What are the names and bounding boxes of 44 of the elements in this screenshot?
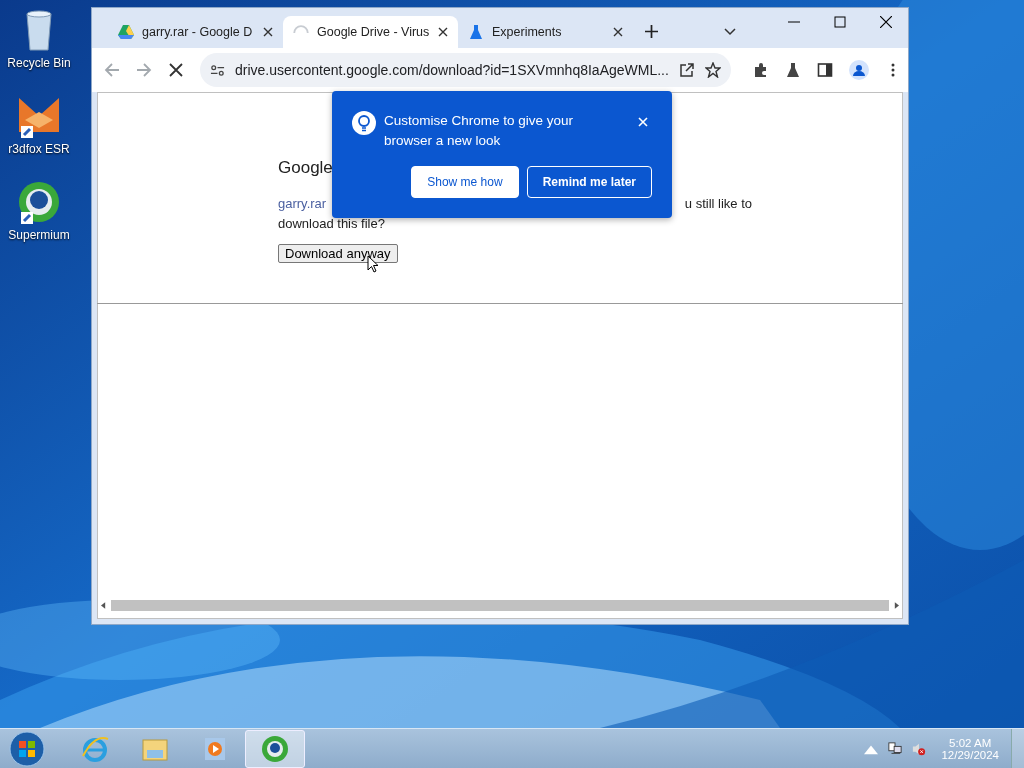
close-icon[interactable] [880, 16, 892, 28]
drive-logo-icon [118, 24, 134, 40]
address-bar[interactable]: drive.usercontent.google.com/download?id=1SXVmnhq8IaAgeWML... [200, 53, 731, 87]
url-text: drive.usercontent.google.com/download?id=1SXVmnhq8IaAgeWML... [235, 62, 669, 78]
show-me-how-button[interactable]: Show me how [411, 166, 519, 198]
download-anyway-button[interactable]: Download anyway [278, 244, 398, 263]
browser-tab[interactable]: Google Drive - Virus [283, 16, 458, 48]
muted-speaker-icon[interactable] [912, 741, 927, 756]
flask-icon [468, 24, 484, 40]
lightbulb-icon [352, 111, 376, 135]
close-icon[interactable] [438, 27, 448, 37]
taskbar-button[interactable] [245, 729, 305, 768]
profile-avatar-icon[interactable] [848, 60, 869, 80]
remind-later-button[interactable]: Remind me later [526, 166, 652, 198]
side-panel-icon[interactable] [816, 62, 833, 78]
flask-icon[interactable] [784, 62, 801, 78]
close-icon[interactable] [263, 27, 273, 37]
star-icon[interactable] [704, 62, 721, 78]
share-icon[interactable] [678, 62, 695, 78]
start-button-icon[interactable] [9, 730, 45, 767]
scroll-left-icon[interactable] [101, 601, 106, 609]
popup-message: Customise Chrome to give your browser a new look [384, 112, 575, 150]
loading-spinner-icon [293, 24, 309, 34]
desktop-icon-label[interactable]: Recycle Bin [7, 56, 71, 70]
puzzle-icon[interactable] [752, 62, 769, 78]
desktop-icon-label[interactable]: r3dfox ESR [8, 142, 70, 156]
caret-icon[interactable] [724, 28, 736, 36]
stop-icon[interactable] [168, 62, 184, 78]
close-icon[interactable] [613, 27, 623, 37]
network-icon[interactable] [888, 741, 903, 756]
maximize-icon[interactable] [834, 16, 846, 28]
browser-tab[interactable]: Experiments [458, 16, 633, 48]
site-settings-icon[interactable] [210, 62, 225, 78]
body-text: u still like to [684, 196, 752, 211]
scrollbar-thumb[interactable] [111, 599, 889, 611]
page-heading: Google [278, 158, 334, 178]
file-link[interactable]: garry.rar [278, 196, 327, 211]
browser-logo-icon [260, 733, 290, 764]
body-text: download this file? [278, 216, 386, 231]
desktop-icon-label[interactable]: Supermium [8, 228, 70, 242]
browser-tab[interactable]: garry.rar - Google D [108, 16, 283, 48]
new-tab-icon[interactable] [645, 25, 658, 38]
scroll-right-icon[interactable] [894, 601, 899, 609]
horizontal-scrollbar[interactable] [98, 598, 902, 612]
